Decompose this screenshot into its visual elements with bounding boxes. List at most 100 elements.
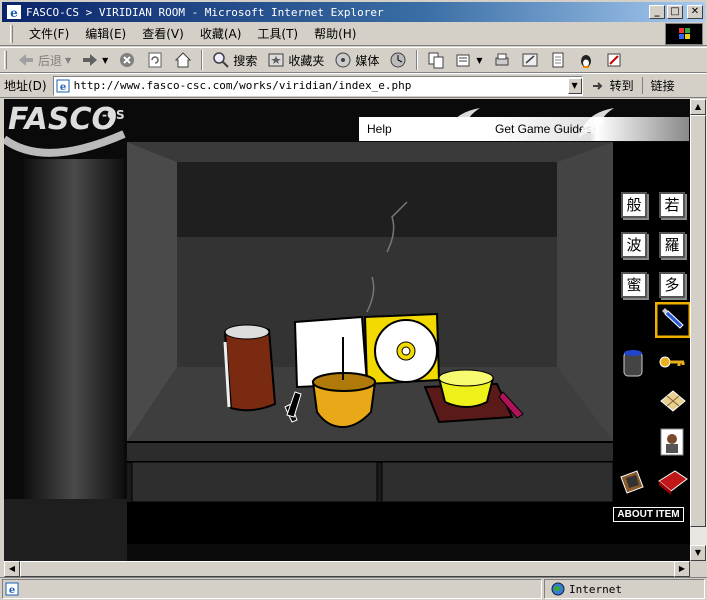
history-icon [390,52,406,68]
kanji-tile[interactable]: 若 [659,192,687,220]
page-viewport: FASCO -CS Help Get Game Guides 般 若 波 羅 蜜… [4,99,690,561]
refresh-button[interactable] [142,49,168,71]
horizontal-scrollbar[interactable]: ◀ ▶ [4,561,690,577]
room-scene[interactable] [127,142,613,544]
inventory-book-icon[interactable] [655,467,689,497]
go-label: 转到 [609,79,634,93]
search-button[interactable]: 搜索 [208,49,261,71]
forward-button[interactable]: ▼ [77,49,112,71]
inventory-frame-icon[interactable] [617,467,647,497]
go-button[interactable]: 转到 [587,77,638,94]
favorites-icon [268,53,284,67]
favorites-label: 收藏夹 [288,53,325,68]
inventory-key-icon[interactable] [657,350,687,374]
messenger-button[interactable] [573,49,599,71]
menu-favorites[interactable]: 收藏(A) [192,25,250,42]
media-icon [335,52,351,68]
forward-dropdown-icon[interactable]: ▼ [102,56,108,65]
svg-text:e: e [59,82,65,93]
scroll-up-icon[interactable]: ▲ [690,99,706,115]
search-icon [213,52,230,68]
back-label: 后退 [38,53,63,68]
inventory-lighter-selected[interactable] [655,302,690,338]
go-arrow-icon [592,81,603,90]
back-dropdown-icon[interactable]: ▼ [65,56,71,65]
media-button[interactable]: 媒体 [330,49,383,71]
menu-edit[interactable]: 编辑(E) [77,25,134,42]
research-button[interactable] [601,49,627,71]
copy-icon [428,52,444,69]
svg-text:e: e [10,6,18,20]
scroll-left-icon[interactable]: ◀ [4,561,20,577]
inventory-photo-icon[interactable] [659,427,685,457]
vertical-scrollbar[interactable]: ▲ ▼ [690,99,707,561]
scroll-down-icon[interactable]: ▼ [690,545,706,561]
status-text: e [2,579,542,599]
svg-text:e: e [9,585,15,596]
kanji-tile[interactable]: 波 [621,232,649,260]
address-input[interactable]: e http://www.fasco-csc.com/works/viridia… [52,75,583,96]
print-icon [495,53,509,66]
standard-toolbar: 后退 ▼ ▼ 搜索 收藏夹 媒体 ▼ [0,47,707,73]
back-button[interactable]: 后退 ▼ [13,49,75,71]
address-label: 地址(D) [4,79,47,93]
refresh-icon [148,52,162,68]
menu-file[interactable]: 文件(F) [21,25,77,42]
about-item-button[interactable]: ABOUT ITEM [613,507,684,522]
scroll-right-icon[interactable]: ▶ [674,561,690,577]
status-bar: e Internet [0,577,707,600]
address-url: http://www.fasco-csc.com/works/viridian/… [73,79,412,92]
globe-icon [551,582,565,596]
address-dropdown-icon[interactable]: ▼ [567,77,582,94]
horizontal-scroll-thumb[interactable] [20,561,675,577]
discuss-button[interactable] [545,49,571,71]
menu-tools[interactable]: 工具(T) [249,25,306,42]
home-button[interactable] [170,49,196,71]
kanji-tile[interactable]: 羅 [659,232,687,260]
window-title: FASCO-CS > VIRIDIAN ROOM - Microsoft Int… [26,5,384,19]
print-button[interactable] [489,49,515,71]
zone-label: Internet [569,582,622,596]
favorites-button[interactable]: 收藏夹 [263,49,328,71]
back-arrow-icon [19,54,33,66]
stop-button[interactable] [114,49,140,71]
site-navbar: Help Get Game Guides [359,117,689,141]
media-label: 媒体 [355,53,380,68]
messenger-icon [580,55,591,68]
ie-icon: e [7,5,21,20]
minimize-button[interactable]: _ [649,5,665,19]
links-label[interactable]: 链接 [641,77,675,94]
edit-icon [522,53,538,67]
menu-view[interactable]: 查看(V) [134,25,192,42]
toolbar-grip [10,24,13,43]
toolbar-grip [4,51,7,69]
copy-button[interactable] [423,49,449,71]
vertical-scroll-thumb[interactable] [690,115,706,527]
windows-logo [665,23,703,45]
menu-bar: 文件(F) 编辑(E) 查看(V) 收藏(A) 工具(T) 帮助(H) [0,22,707,46]
svg-text:-CS: -CS [102,108,125,122]
wing-ornament-icon [579,108,614,138]
forward-arrow-icon [83,54,98,66]
page-icon: e [5,582,19,596]
maximize-button[interactable]: □ [667,5,683,19]
kanji-tile[interactable]: 蜜 [621,272,649,300]
document-icon [552,52,564,68]
menu-help[interactable]: 帮助(H) [306,25,364,42]
history-button[interactable] [385,49,411,71]
search-label: 搜索 [233,53,258,68]
inventory-tile-puzzle-icon[interactable] [657,387,687,415]
window-titlebar: e FASCO-CS > VIRIDIAN ROOM - Microsoft I… [0,0,707,22]
inventory-can-icon[interactable] [619,347,647,379]
mail-dropdown-icon[interactable]: ▼ [476,56,482,65]
close-button[interactable]: ✕ [687,5,703,19]
kanji-tile[interactable]: 般 [621,192,649,220]
game-room-view[interactable]: 般 若 波 羅 蜜 多 ABOUT ITEM [127,142,690,544]
svg-text:FASCO: FASCO [8,102,117,137]
toolbar-separator [201,50,204,70]
kanji-tile[interactable]: 多 [659,272,687,300]
address-bar: 地址(D) e http://www.fasco-csc.com/works/v… [0,73,707,98]
mail-button[interactable]: ▼ [451,49,486,71]
edit-button[interactable] [517,49,543,71]
inventory-panel: 般 若 波 羅 蜜 多 [613,142,690,544]
